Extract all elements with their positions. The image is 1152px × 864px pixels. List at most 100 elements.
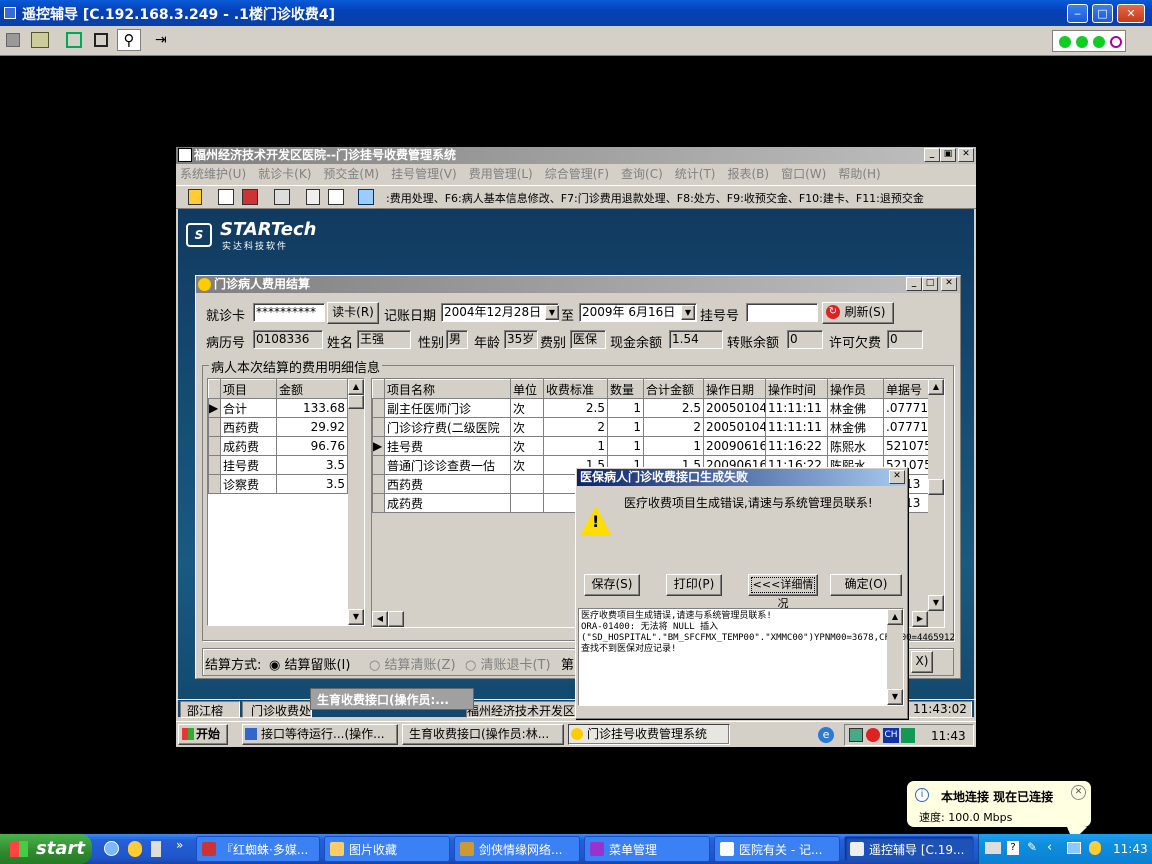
detail-vscrollbar[interactable]: ▲ ▼ bbox=[928, 379, 944, 611]
print-icon[interactable] bbox=[242, 189, 258, 205]
summary-row[interactable]: 挂号费 3.5 bbox=[208, 455, 348, 475]
col-total[interactable]: 合计金额 bbox=[643, 379, 704, 399]
taskbar-item-5[interactable]: 遥控辅导 [C.19... bbox=[844, 836, 974, 862]
detail-row[interactable]: ▶ 挂号费次 1 1 1 20090616 11:16:22 陈熙水 5210750 bbox=[372, 436, 937, 456]
menu-query[interactable]: 查询(C) bbox=[621, 165, 663, 183]
scroll-left-icon[interactable]: ◀ bbox=[372, 611, 388, 627]
date-from-dropdown-icon[interactable]: ▼ bbox=[545, 305, 559, 320]
close-icon[interactable]: ✕ bbox=[1117, 4, 1145, 23]
remote-task-0[interactable]: 接口等待运行...(操作... bbox=[242, 724, 398, 745]
ch-icon[interactable]: CH bbox=[883, 728, 899, 743]
refresh-button[interactable]: ↻ 刷新(S) bbox=[822, 302, 894, 324]
network-tray-icon[interactable] bbox=[1067, 842, 1081, 854]
start-button[interactable]: start bbox=[0, 834, 92, 864]
menu-system[interactable]: 系统维护(U) bbox=[180, 165, 246, 183]
taskbar-item-0[interactable]: 『红蜘蛛·多媒... bbox=[196, 836, 320, 862]
menu-card[interactable]: 就诊卡(K) bbox=[258, 165, 311, 183]
scroll-down-icon[interactable]: ▼ bbox=[928, 595, 944, 611]
restore-icon[interactable]: ▣ bbox=[940, 148, 956, 162]
toolbar-window-icon[interactable] bbox=[94, 33, 108, 47]
name-field[interactable]: 王强 bbox=[357, 330, 411, 349]
read-card-button[interactable]: 读卡(R) bbox=[327, 302, 379, 324]
settle-option-return[interactable]: ○ 清账退卡(T) bbox=[465, 654, 551, 673]
debt-field[interactable]: 0 bbox=[887, 330, 923, 349]
remote-task-2[interactable]: 门诊挂号收费管理系统 bbox=[568, 724, 730, 745]
scroll-thumb[interactable] bbox=[388, 611, 404, 627]
scroll-thumb[interactable] bbox=[348, 395, 364, 409]
summary-scrollbar[interactable]: ▲ ▼ bbox=[348, 379, 364, 625]
taskbar-item-2[interactable]: 剑侠情缘网络... bbox=[454, 836, 580, 862]
scroll-thumb[interactable] bbox=[928, 479, 944, 495]
balloon-close-icon[interactable]: ✕ bbox=[1071, 785, 1086, 800]
close-icon[interactable]: ✕ bbox=[889, 470, 905, 484]
sex-field[interactable]: 男 bbox=[446, 330, 468, 349]
reg-field[interactable] bbox=[746, 303, 818, 322]
exit-button[interactable]: X) bbox=[911, 651, 933, 673]
detail-row[interactable]: 门诊诊疗费(二级医院次 2 1 2 20050104 11:11:11 林金佛 .077718 bbox=[372, 417, 937, 437]
summary-row[interactable]: 成药费 96.76 bbox=[208, 436, 348, 456]
help-icon[interactable]: ? bbox=[1007, 841, 1019, 855]
remote-task-1[interactable]: 生育收费接口(操作员:林... bbox=[402, 724, 564, 745]
col-date[interactable]: 操作日期 bbox=[703, 379, 766, 399]
calc-icon[interactable] bbox=[306, 189, 320, 205]
quicklaunch-more-icon[interactable]: » bbox=[176, 838, 183, 852]
toolbar-fullscreen-icon[interactable] bbox=[66, 32, 82, 48]
summary-row[interactable]: 诊察费 3.5 bbox=[208, 474, 348, 494]
detail-text[interactable]: 医疗收费项目生成错误,请速与系统管理员联系! ORA-01400: 无法将 NU… bbox=[578, 608, 955, 706]
detail-row[interactable]: 副主任医师门诊次 2.5 1 2.5 20050104 11:11:11 林金佛 .07771… bbox=[372, 398, 937, 418]
scroll-down-icon[interactable]: ▼ bbox=[887, 689, 903, 705]
quicklaunch-ie-icon[interactable] bbox=[104, 841, 119, 856]
col-item[interactable]: 项目 bbox=[220, 379, 277, 399]
col-price[interactable]: 收费标准 bbox=[543, 379, 608, 399]
date-to-dropdown-icon[interactable]: ▼ bbox=[681, 305, 695, 320]
menu-fee[interactable]: 费用管理(L) bbox=[469, 165, 533, 183]
col-amount[interactable]: 金额 bbox=[276, 379, 348, 399]
exit-icon[interactable] bbox=[358, 189, 374, 205]
menu-report[interactable]: 报表(B) bbox=[727, 165, 769, 183]
network-balloon[interactable]: i 本地连接 现在已连接 ✕ 速度: 100.0 Mbps bbox=[906, 780, 1092, 841]
toolbar-disabled-icon[interactable] bbox=[6, 33, 20, 47]
maximize-icon[interactable]: □ bbox=[922, 277, 938, 291]
menu-stats[interactable]: 统计(T) bbox=[675, 165, 716, 183]
stop-icon[interactable] bbox=[866, 728, 880, 742]
date-to-field[interactable]: 2009年 6月16日 bbox=[579, 303, 697, 322]
record-field[interactable]: 0108336 bbox=[253, 330, 323, 349]
col-time[interactable]: 操作时间 bbox=[765, 379, 828, 399]
menu-general[interactable]: 综合管理(F) bbox=[545, 165, 609, 183]
print-button[interactable]: 打印(P) bbox=[666, 574, 722, 596]
card-field[interactable]: ********** bbox=[253, 303, 325, 322]
scroll-up-icon[interactable]: ▲ bbox=[887, 609, 903, 625]
chevron-left-icon[interactable]: ‹ bbox=[1047, 840, 1063, 856]
scroll-down-icon[interactable]: ▼ bbox=[348, 609, 364, 625]
quicklaunch-app-icon[interactable] bbox=[151, 841, 161, 857]
summary-row[interactable]: 西药费 29.92 bbox=[208, 417, 348, 437]
doc-icon[interactable] bbox=[218, 189, 234, 205]
menu-register[interactable]: 挂号管理(V) bbox=[391, 165, 457, 183]
ok-button[interactable]: 确定(O) bbox=[830, 574, 902, 596]
close-icon[interactable]: ✕ bbox=[958, 148, 974, 162]
minimize-icon[interactable]: _ bbox=[924, 148, 940, 162]
qq-tray-icon[interactable] bbox=[1089, 841, 1101, 855]
cash-field[interactable]: 1.54 bbox=[669, 330, 723, 349]
menu-prepay[interactable]: 预交金(M) bbox=[323, 165, 379, 183]
details-button[interactable]: <<<详细情况 bbox=[748, 574, 818, 610]
minimize-icon[interactable]: _ bbox=[906, 277, 922, 291]
menu-help[interactable]: 帮助(H) bbox=[838, 165, 880, 183]
quicklaunch-qq-icon[interactable] bbox=[128, 841, 142, 857]
book-icon[interactable] bbox=[274, 189, 290, 205]
taskbar-item-4[interactable]: 医院有关 - 记... bbox=[714, 836, 840, 862]
date-from-field[interactable]: 2004年12月28日 bbox=[441, 303, 559, 322]
maximize-icon[interactable]: □ bbox=[1092, 4, 1113, 23]
detail-scrollbar[interactable]: ▲ ▼ bbox=[887, 609, 903, 705]
keyboard-icon[interactable] bbox=[985, 842, 1001, 854]
scroll-right-icon[interactable]: ▶ bbox=[912, 611, 928, 627]
col-name[interactable]: 项目名称 bbox=[384, 379, 511, 399]
grid-icon[interactable] bbox=[328, 189, 344, 205]
scroll-up-icon[interactable]: ▲ bbox=[928, 379, 944, 395]
settle-option-keep[interactable]: ◉ 结算留账(I) bbox=[269, 654, 350, 673]
save-button[interactable]: 保存(S) bbox=[584, 574, 640, 596]
age-field[interactable]: 35岁 bbox=[504, 330, 538, 349]
settle-option-clear[interactable]: ○ 结算清账(Z) bbox=[369, 654, 456, 673]
minimize-icon[interactable]: ‒ bbox=[1067, 4, 1088, 23]
ie-icon[interactable]: e bbox=[818, 727, 834, 743]
